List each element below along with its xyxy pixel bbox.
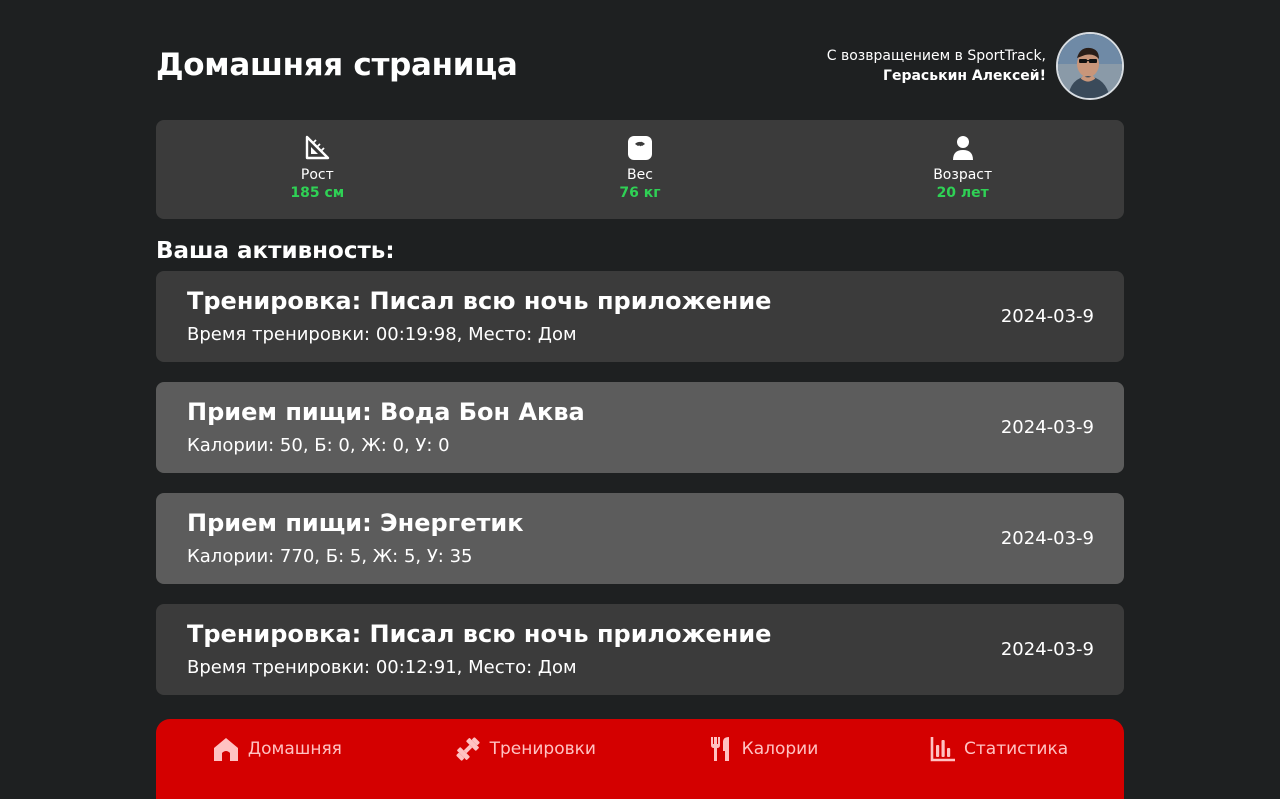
nav-item-calories[interactable]: Калории [708,736,819,762]
page-header: Домашняя страница С возвращением в Sport… [156,32,1124,100]
page-title: Домашняя страница [156,47,518,83]
activity-card[interactable]: Тренировка: Писал всю ночь приложение Вр… [156,271,1124,362]
bottom-nav: Домашняя Тренировки Калории Статистика [156,719,1124,799]
stat-height-value: 185 см [290,185,345,201]
activity-date: 2024-03-9 [1000,639,1094,660]
scale-icon [626,134,654,162]
activity-title: Тренировка: Писал всю ночь приложение [187,287,772,315]
fork-knife-icon [710,737,729,761]
activity-title: Прием пищи: Вода Бон Аква [187,398,585,426]
activity-detail: Время тренировки: 00:12:91, Место: Дом [187,657,577,678]
user-name: Гераськин Алексей! [883,68,1046,84]
user-stats-panel: Рост 185 см Вес 76 кг Возраст 20 лет [156,120,1124,219]
activity-date: 2024-03-9 [1000,417,1094,438]
activity-card[interactable]: Прием пищи: Вода Бон Аква Калории: 50, Б… [156,382,1124,473]
activity-card[interactable]: Прием пищи: Энергетик Калории: 770, Б: 5… [156,493,1124,584]
nav-item-statistics-label: Статистика [964,739,1069,759]
stat-age-value: 20 лет [936,185,989,201]
stat-weight-value: 76 кг [619,185,661,201]
dumbbell-icon [456,737,480,761]
activity-detail: Время тренировки: 00:19:98, Место: Дом [187,324,577,345]
activity-list: Тренировка: Писал всю ночь приложение Вр… [156,271,1124,715]
activity-title: Прием пищи: Энергетик [187,509,524,537]
person-icon [949,134,977,162]
activity-detail: Калории: 770, Б: 5, Ж: 5, У: 35 [187,546,473,567]
activity-heading: Ваша активность: [156,238,395,264]
nav-item-home[interactable]: Домашняя [212,736,342,762]
bar-chart-icon [930,737,955,762]
stat-weight: Вес 76 кг [479,120,802,219]
ruler-triangle-icon [303,134,331,162]
stat-height-label: Рост [300,167,334,183]
nav-item-calories-label: Калории [741,739,819,759]
nav-item-statistics[interactable]: Статистика [930,736,1068,762]
stat-age: Возраст 20 лет [801,120,1124,219]
avatar-photo [1058,34,1122,98]
activity-detail: Калории: 50, Б: 0, Ж: 0, У: 0 [187,435,450,456]
home-icon [213,738,238,761]
nav-item-home-label: Домашняя [247,739,342,759]
activity-title: Тренировка: Писал всю ночь приложение [187,620,772,648]
activity-date: 2024-03-9 [1000,306,1094,327]
nav-item-workouts-label: Тренировки [489,739,596,759]
stat-height: Рост 185 см [156,120,479,219]
welcome-line: С возвращением в SportTrack, [826,48,1046,64]
activity-date: 2024-03-9 [1000,528,1094,549]
nav-item-workouts[interactable]: Тренировки [454,736,596,762]
stat-age-label: Возраст [933,167,993,183]
activity-card[interactable]: Тренировка: Писал всю ночь приложение Вр… [156,604,1124,695]
welcome-message: С возвращением в SportTrack, Гераськин А… [827,46,1046,86]
avatar[interactable] [1056,32,1124,100]
stat-weight-label: Вес [627,167,653,183]
